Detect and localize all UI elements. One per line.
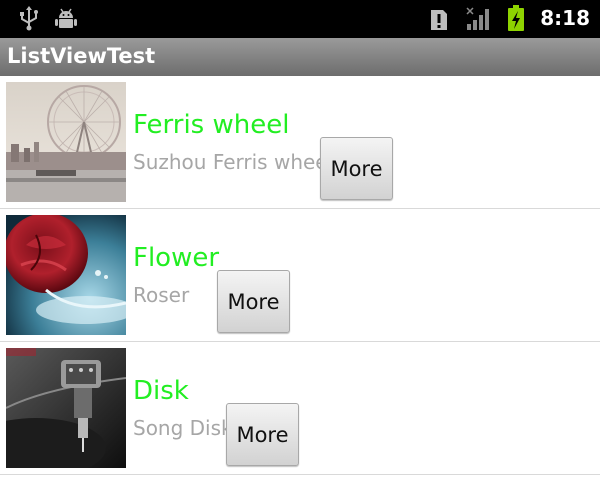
app-title: ListViewTest: [7, 44, 156, 68]
android-debug-icon: [55, 8, 77, 28]
more-button[interactable]: More: [226, 403, 299, 466]
item-subtitle: Suzhou Ferris wheel: [133, 150, 334, 174]
app-title-bar: ListViewTest: [0, 38, 600, 76]
more-button[interactable]: More: [217, 270, 290, 333]
ferris-wheel-thumbnail: [6, 82, 126, 202]
usb-icon: [20, 6, 38, 31]
item-title: Flower: [133, 243, 220, 273]
item-subtitle: Song Disk: [133, 416, 233, 440]
rose-thumbnail: [6, 215, 126, 335]
list-item[interactable]: Flower Roser More: [0, 209, 600, 342]
item-subtitle: Roser: [133, 283, 190, 307]
status-bar: 8:18: [0, 0, 600, 38]
turntable-thumbnail: [6, 348, 126, 468]
more-button[interactable]: More: [320, 137, 393, 200]
signal-icon: [466, 7, 489, 30]
alert-icon: [431, 10, 447, 30]
item-title: Ferris wheel: [133, 110, 290, 140]
list-item[interactable]: Disk Song Disk More: [0, 342, 600, 475]
list-item[interactable]: Ferris wheel Suzhou Ferris wheel More: [0, 76, 600, 209]
status-time: 8:18: [540, 6, 590, 30]
battery-charging-icon: [508, 5, 524, 31]
item-title: Disk: [133, 376, 189, 406]
